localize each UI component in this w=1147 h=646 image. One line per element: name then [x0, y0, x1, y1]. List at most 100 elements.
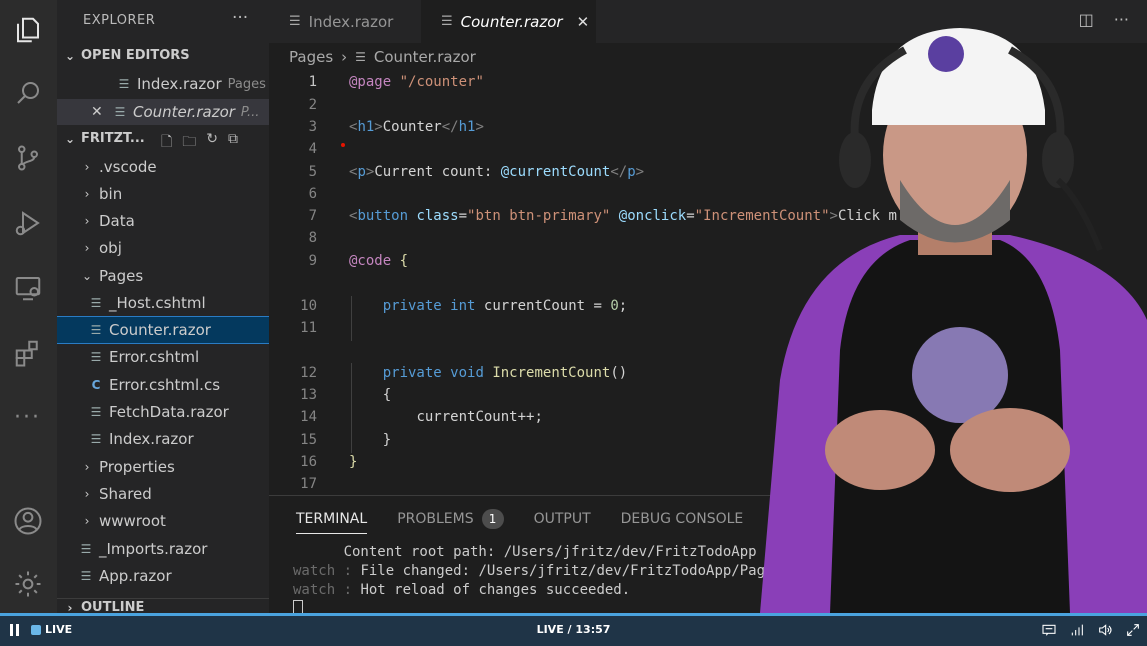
terminal-line: watch : File changed: /Users/jfritz/dev/… — [293, 563, 833, 579]
tree-folder-data[interactable]: › Data — [57, 208, 269, 234]
settings-gear-icon[interactable] — [10, 566, 46, 602]
fullscreen-icon[interactable] — [1123, 620, 1143, 640]
quality-bars-icon[interactable] — [1067, 620, 1087, 640]
chevron-right-icon: › — [84, 241, 90, 255]
open-editor-name: Counter.razor — [133, 103, 235, 121]
explorer-icon[interactable] — [10, 12, 46, 48]
volume-icon[interactable] — [1095, 620, 1115, 640]
close-icon[interactable]: ✕ — [577, 13, 590, 31]
collapse-all-icon[interactable]: ⧉ — [228, 131, 238, 155]
explorer-more-icon[interactable]: ··· — [232, 8, 248, 28]
refresh-icon[interactable]: ↻ — [206, 131, 218, 155]
line-number: 2 — [308, 97, 317, 113]
extensions-icon[interactable] — [10, 335, 46, 371]
tree-folder-pages[interactable]: ⌄ Pages — [57, 263, 269, 289]
breadcrumb-file[interactable]: Counter.razor — [374, 48, 476, 66]
line-number: 6 — [308, 186, 317, 202]
tab-label: Counter.razor — [460, 12, 563, 31]
terminal-line: watch : Hot reload of changes succeeded. — [293, 582, 631, 598]
chevron-right-icon: › — [84, 487, 90, 501]
line-number: 9 — [308, 253, 317, 269]
line-number: 10 — [300, 298, 317, 314]
file-lines-icon: ☰ — [90, 405, 102, 419]
outline-header[interactable]: › OUTLINE — [57, 598, 269, 613]
file-lines-icon: ☰ — [80, 569, 92, 583]
file-lines-icon: ☰ — [90, 323, 102, 337]
file-lines-icon: ☰ — [90, 296, 102, 310]
explorer-sidebar: EXPLORER ··· ⌄ OPEN EDITORS ☰ Index.razo… — [57, 0, 269, 613]
open-editor-folder: P... — [240, 104, 260, 120]
tree-file-error-cs[interactable]: C Error.cshtml.cs — [57, 372, 269, 398]
tab-label: PROBLEMS — [397, 511, 474, 527]
tree-label: Shared — [99, 485, 152, 503]
tree-folder-wwwroot[interactable]: › wwwroot — [57, 508, 269, 534]
tree-label: Data — [99, 212, 135, 230]
panel-tabs: TERMINAL PROBLEMS 1 OUTPUT DEBUG CONSOLE — [296, 509, 744, 534]
source-control-icon[interactable] — [10, 140, 46, 176]
code-line-3: <h1>Counter</h1> — [349, 119, 484, 135]
code-line-12: private void IncrementCount() — [382, 365, 628, 381]
explorer-title: EXPLORER — [83, 13, 156, 28]
more-icon[interactable]: ··· — [14, 405, 41, 430]
code-line-9: @code { — [349, 253, 409, 269]
close-icon[interactable]: ✕ — [91, 104, 103, 120]
open-editor-folder: Pages — [227, 76, 266, 92]
breadcrumb-folder[interactable]: Pages — [289, 48, 333, 66]
tree-file-fetchdata[interactable]: ☰ FetchData.razor — [57, 399, 269, 425]
tab-debug-console[interactable]: DEBUG CONSOLE — [621, 511, 744, 527]
tree-label: Counter.razor — [109, 321, 211, 339]
open-editor-item-index[interactable]: ☰ Index.razor Pages — [57, 71, 269, 97]
new-file-icon[interactable]: 🗋 — [161, 131, 172, 155]
tree-folder-obj[interactable]: › obj — [57, 235, 269, 261]
tab-problems[interactable]: PROBLEMS 1 — [397, 509, 504, 529]
account-icon[interactable] — [10, 503, 46, 539]
line-number: 3 — [308, 119, 317, 135]
chevron-right-icon: › — [84, 514, 90, 528]
tree-label: App.razor — [99, 567, 172, 585]
tree-file-counter[interactable]: ☰ Counter.razor — [57, 316, 269, 344]
explorer-toolbar: 🗋 🗀 ↻ ⧉ — [161, 131, 238, 155]
search-icon[interactable] — [10, 75, 46, 111]
tree-folder-shared[interactable]: › Shared — [57, 481, 269, 507]
project-header[interactable]: ⌄ FRITZT... — [57, 131, 145, 146]
tree-file-index[interactable]: ☰ Index.razor — [57, 426, 269, 452]
chevron-down-icon: ⌄ — [64, 131, 76, 146]
code-line-15: } — [349, 432, 392, 448]
problems-count-badge: 1 — [481, 509, 504, 529]
video-progress-bar[interactable] — [0, 613, 1147, 616]
tree-folder-vscode[interactable]: › .vscode — [57, 154, 269, 180]
tab-index-razor[interactable]: ☰ Index.razor — [269, 0, 419, 43]
terminal-cursor — [293, 600, 303, 614]
chevron-down-icon: ⌄ — [64, 48, 76, 63]
chevron-right-icon: › — [84, 460, 90, 474]
tree-file-imports[interactable]: ☰ _Imports.razor — [57, 536, 269, 562]
tree-label: wwwroot — [99, 512, 166, 530]
line-number: 11 — [300, 320, 317, 336]
tab-terminal[interactable]: TERMINAL — [296, 511, 368, 534]
remote-explorer-icon[interactable] — [10, 270, 46, 306]
tree-file-app[interactable]: ☰ App.razor — [57, 563, 269, 589]
code-line-16: } — [349, 454, 358, 470]
tree-file-error[interactable]: ☰ Error.cshtml — [57, 344, 269, 370]
tree-file-host[interactable]: ☰ _Host.cshtml — [57, 290, 269, 316]
captions-icon[interactable] — [1039, 620, 1059, 640]
open-editor-item-counter[interactable]: ✕ ☰ Counter.razor P... — [57, 99, 269, 125]
tab-label: Index.razor — [308, 12, 394, 31]
line-number: 13 — [300, 387, 317, 403]
tab-output[interactable]: OUTPUT — [534, 511, 591, 527]
file-lines-icon: ☰ — [118, 77, 130, 91]
tree-label: _Host.cshtml — [109, 294, 206, 312]
outline-label: OUTLINE — [81, 600, 145, 613]
tab-counter-razor[interactable]: ☰ Counter.razor ✕ — [421, 0, 596, 43]
open-editor-name: Index.razor — [137, 75, 222, 93]
line-number: 4 — [308, 141, 317, 157]
run-debug-icon[interactable] — [10, 205, 46, 241]
open-editors-header[interactable]: ⌄ OPEN EDITORS — [57, 48, 190, 63]
tree-folder-bin[interactable]: › bin — [57, 181, 269, 207]
tree-folder-properties[interactable]: › Properties — [57, 454, 269, 480]
new-folder-icon[interactable]: 🗀 — [182, 131, 196, 155]
tree-label: Error.cshtml — [109, 348, 200, 366]
file-lines-icon: ☰ — [441, 14, 453, 29]
file-lines-icon: ☰ — [114, 105, 126, 119]
line-number: 12 — [300, 365, 317, 381]
